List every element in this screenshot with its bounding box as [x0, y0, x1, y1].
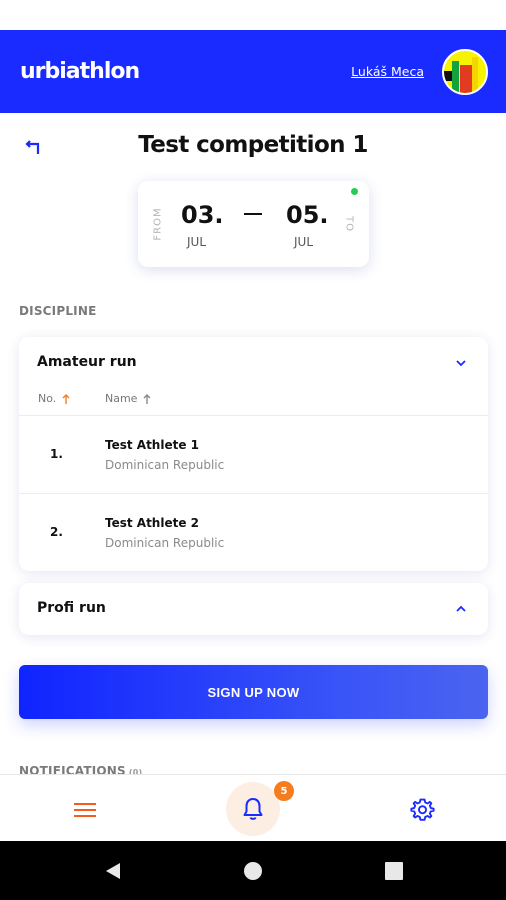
start-month: JUL	[187, 235, 207, 249]
android-nav-bar	[0, 841, 506, 900]
bottom-nav: 5	[0, 774, 506, 841]
hamburger-menu-icon[interactable]	[72, 800, 98, 820]
sort-arrow-up-icon	[143, 393, 151, 404]
user-name-link[interactable]: Lukáš Meca	[351, 64, 424, 79]
discipline-title: Profi run	[37, 600, 106, 616]
sign-up-button[interactable]: SIGN UP NOW	[19, 665, 488, 719]
status-bar	[0, 0, 506, 30]
chevron-down-icon[interactable]	[454, 356, 468, 370]
discipline-section-label: DISCIPLINE	[19, 304, 97, 318]
date-separator	[244, 213, 262, 215]
page-title: Test competition 1	[138, 132, 368, 158]
date-range-card: FROM 03. JUL 05. JUL TO	[138, 181, 369, 267]
android-home-icon[interactable]	[244, 862, 262, 880]
column-header-number[interactable]: No.	[38, 392, 71, 405]
start-day: 03.	[181, 201, 224, 229]
column-label-number: No.	[38, 392, 57, 405]
athlete-name: Test Athlete 2	[105, 516, 200, 530]
bell-icon	[243, 798, 263, 820]
discipline-title[interactable]: Amateur run	[37, 354, 137, 370]
discipline-card-amateur: Amateur run No. Name 1. Test Athlete 1 D…	[19, 337, 488, 571]
chevron-up-icon[interactable]	[454, 602, 468, 616]
athlete-country: Dominican Republic	[105, 536, 225, 550]
live-status-dot	[351, 188, 358, 195]
athlete-number: 1.	[50, 447, 63, 461]
column-header-name[interactable]: Name	[105, 392, 152, 405]
end-month: JUL	[294, 235, 314, 249]
end-day: 05.	[286, 201, 329, 229]
table-row[interactable]: 1. Test Athlete 1 Dominican Republic	[19, 416, 488, 493]
android-back-icon[interactable]	[103, 861, 123, 881]
gear-icon[interactable]	[410, 797, 435, 822]
sort-arrow-up-icon	[62, 393, 70, 404]
app-logo[interactable]: urbiathlon	[20, 59, 140, 84]
table-row[interactable]: 2. Test Athlete 2 Dominican Republic	[19, 494, 488, 571]
athlete-country: Dominican Republic	[105, 458, 225, 472]
user-area: Lukáš Meca	[351, 48, 488, 95]
to-label: TO	[343, 216, 355, 232]
avatar[interactable]	[442, 48, 488, 95]
athlete-name: Test Athlete 1	[105, 438, 200, 452]
discipline-card-profi[interactable]: Profi run	[19, 583, 488, 635]
from-label: FROM	[152, 207, 164, 241]
app-header: urbiathlon Lukáš Meca	[0, 30, 506, 113]
column-label-name: Name	[105, 392, 138, 405]
notifications-button[interactable]	[226, 782, 280, 836]
athlete-number: 2.	[50, 525, 63, 539]
android-recents-icon[interactable]	[385, 862, 403, 880]
notification-count-badge: 5	[274, 781, 294, 801]
